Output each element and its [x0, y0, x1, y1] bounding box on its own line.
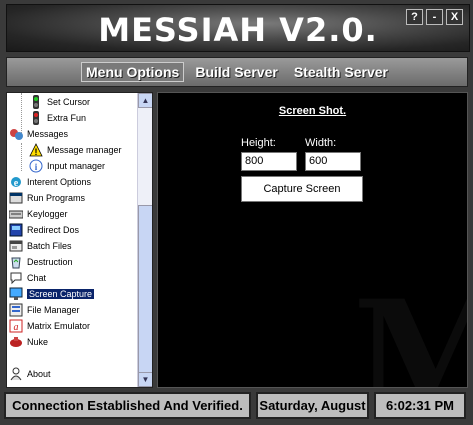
minimize-button[interactable]: -: [426, 9, 443, 25]
title-bar: MESSIAH V2.0. ? - X: [6, 4, 470, 52]
height-label: Height:: [241, 137, 276, 149]
tree-item-label: Extra Fun: [47, 113, 87, 123]
window-controls: ? - X: [406, 9, 463, 25]
about-icon: [9, 367, 23, 381]
nuke-icon: [9, 335, 23, 349]
menu-bar: Menu Options Build Server Stealth Server: [6, 57, 468, 87]
tree-item-label: File Manager: [27, 305, 80, 315]
tree-item-run-programs[interactable]: Run Programs: [9, 190, 85, 206]
background-watermark: M: [353, 268, 467, 387]
width-input[interactable]: 600: [305, 152, 361, 171]
date-display: Saturday, August 04, 2006: [256, 392, 369, 419]
matrix-icon: a: [9, 319, 23, 333]
time-display: 6:02:31 PM: [374, 392, 466, 419]
tree-scrollbar[interactable]: ▲ ▼: [137, 93, 152, 387]
width-label: Width:: [305, 137, 337, 149]
build-server-button[interactable]: Build Server: [190, 62, 282, 82]
tree-item-set-cursor[interactable]: Set Cursor: [29, 94, 90, 110]
tree-item-screen-capture[interactable]: Screen Capture: [9, 286, 95, 302]
stealth-server-button[interactable]: Stealth Server: [289, 62, 393, 82]
chat-icon: [9, 271, 23, 285]
scroll-down-icon[interactable]: ▼: [138, 372, 152, 387]
menu-options-button[interactable]: Menu Options: [81, 62, 185, 82]
tree-item-label: Destruction: [27, 257, 73, 267]
tree-item-batch-files[interactable]: Batch Files: [9, 238, 72, 254]
traffic-light-icon: [29, 95, 43, 109]
tree-item-label: About: [27, 369, 51, 379]
info-icon: i: [29, 159, 43, 173]
messages-icon: [9, 127, 23, 141]
tree-item-label: Message manager: [47, 145, 122, 155]
tree-item-label: Messages: [27, 129, 69, 139]
recycle-bin-icon: [9, 255, 23, 269]
tree-item-label: Interent Options: [27, 177, 92, 187]
screen-capture-panel: M Screen Shot. Height: Width: 800 600 Ca…: [157, 92, 468, 388]
svg-text:!: !: [35, 147, 38, 157]
height-input[interactable]: 800: [241, 152, 297, 171]
tree-item-label: Keylogger: [27, 209, 68, 219]
close-button[interactable]: X: [446, 9, 463, 25]
tree-item-message-manager[interactable]: ! Message manager: [29, 142, 122, 158]
tree-item-label: Run Programs: [27, 193, 86, 203]
tree-item-label: Screen Capture: [27, 289, 95, 299]
internet-explorer-icon: e: [9, 175, 23, 189]
connection-status: Connection Established And Verified.: [4, 392, 251, 419]
tree-item-input-manager[interactable]: i Input manager: [29, 158, 105, 174]
tree-item-matrix-emulator[interactable]: a Matrix Emulator: [9, 318, 90, 334]
messiah-window: MESSIAH V2.0. ? - X Menu Options Build S…: [0, 0, 473, 425]
tree-item-destruction[interactable]: Destruction: [9, 254, 73, 270]
batch-icon: [9, 239, 23, 253]
panel-title: Screen Shot.: [278, 105, 347, 117]
tree-item-extra-fun[interactable]: Extra Fun: [29, 110, 86, 126]
tree-item-label: Chat: [27, 273, 47, 283]
traffic-light-icon: [29, 111, 43, 125]
help-button[interactable]: ?: [406, 9, 423, 25]
app-title: MESSIAH V2.0.: [98, 11, 378, 49]
tree-connector: [21, 143, 22, 171]
scroll-up-icon[interactable]: ▲: [138, 93, 152, 108]
tree-item-about[interactable]: About: [9, 366, 51, 382]
capture-screen-button[interactable]: Capture Screen: [241, 176, 363, 202]
tree-item-label: Input manager: [47, 161, 106, 171]
tree-item-label: Batch Files: [27, 241, 72, 251]
tree-item-nuke[interactable]: Nuke: [9, 334, 48, 350]
tree-item-label: Set Cursor: [47, 97, 91, 107]
tree-item-messages[interactable]: Messages: [9, 126, 68, 142]
warning-icon: !: [29, 143, 43, 157]
file-manager-icon: [9, 303, 23, 317]
svg-text:a: a: [14, 322, 19, 333]
keyboard-icon: [8, 207, 24, 221]
run-icon: [9, 191, 23, 205]
tree-item-label: Redirect Dos: [27, 225, 80, 235]
tree-item-keylogger[interactable]: Keylogger: [8, 206, 68, 222]
tree-item-label: Matrix Emulator: [27, 321, 91, 331]
tree-item-file-manager[interactable]: File Manager: [9, 302, 80, 318]
tree-item-redirect-dos[interactable]: Redirect Dos: [9, 222, 79, 238]
tree-item-label: Nuke: [27, 337, 49, 347]
options-tree[interactable]: Set Cursor Extra Fun Messages ! Message …: [6, 92, 153, 388]
scroll-thumb[interactable]: [138, 205, 152, 373]
dos-icon: [9, 223, 23, 237]
tree-item-internet-options[interactable]: e Interent Options: [9, 174, 91, 190]
tree-item-chat[interactable]: Chat: [9, 270, 46, 286]
svg-text:e: e: [14, 178, 19, 189]
screen-icon: [9, 287, 23, 301]
